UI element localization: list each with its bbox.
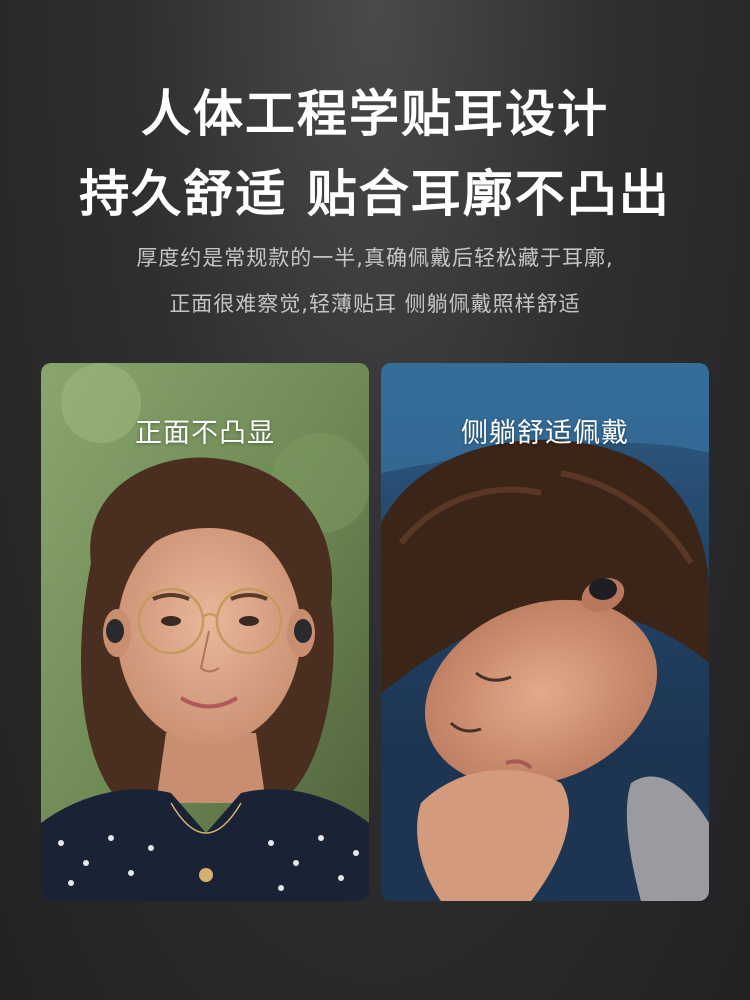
description-line-1: 厚度约是常规款的一半,真确佩戴后轻松藏于耳廓, — [136, 246, 614, 270]
description-line-2: 正面很难察觉,轻薄贴耳 侧躺佩戴照样舒适 — [169, 292, 581, 316]
side-sleep-label: 侧躺舒适佩戴 — [461, 418, 629, 449]
front-view-photo: 正面不凸显 — [41, 363, 369, 901]
headline-line-1: 人体工程学贴耳设计 — [141, 85, 609, 143]
front-view-label: 正面不凸显 — [135, 418, 275, 449]
side-sleep-photo: 侧躺舒适佩戴 — [381, 363, 709, 901]
headline-line-2: 持久舒适 贴合耳廓不凸出 — [79, 165, 671, 223]
